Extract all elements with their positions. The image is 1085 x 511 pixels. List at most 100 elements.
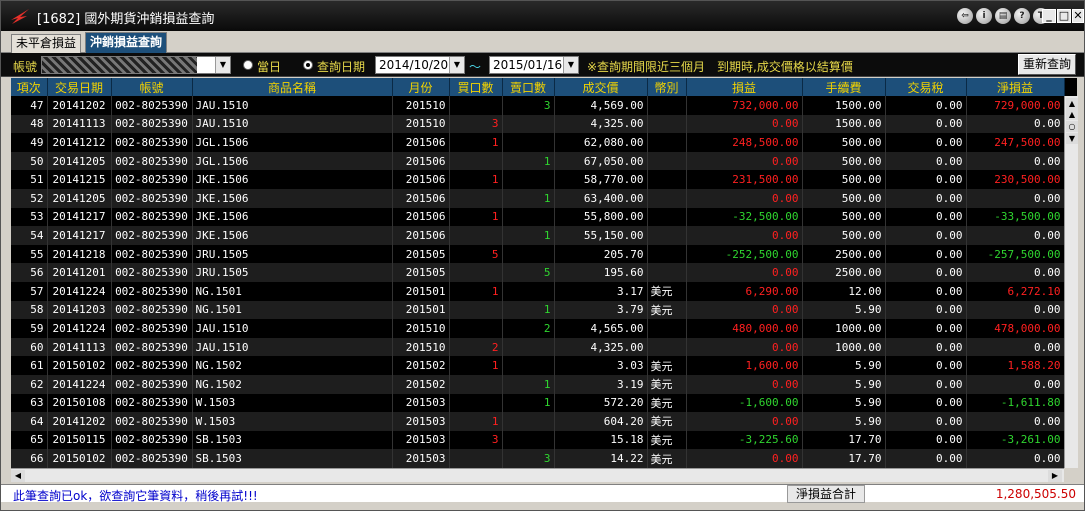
table-row[interactable]: 57 20141224 002-8025390 NG.1501 201501 1 3.17 美… — [11, 281, 1065, 301]
table-row[interactable]: 65 20150115 002-8025390 SB.1503 201503 3 15.18… — [11, 430, 1065, 450]
column-header[interactable]: 項次 — [11, 78, 48, 96]
results-table: 項次 交易日期 帳號 商品名稱 月份 買口數 賣口數 成交價 幣別 損益 手續費 交易稅 淨損益 47 2… — [11, 78, 1065, 468]
tab-offset-pnl-query[interactable]: 沖銷損益查詢 — [85, 32, 168, 53]
cell-pnl: 6,290.00 — [686, 281, 803, 301]
column-header[interactable]: 手續費 — [802, 78, 886, 96]
cell-pnl: 0.00 — [686, 226, 803, 245]
scroll-up-icon[interactable]: ▲ — [1066, 109, 1078, 120]
column-header[interactable]: 買口數 — [449, 78, 503, 96]
refresh-query-button[interactable]: 重新查詢 — [1018, 54, 1076, 75]
table-row[interactable]: 66 20150102 002-8025390 SB.1503 201503 3 14.22… — [11, 449, 1065, 468]
back-icon[interactable]: ⇦ — [957, 8, 973, 24]
column-header[interactable]: 成交價 — [554, 78, 648, 96]
scroll-right-icon[interactable]: ▶ — [1048, 470, 1062, 482]
cell-month: 201506 — [392, 170, 450, 189]
end-date-picker[interactable]: 2015/01/16 ▼ — [489, 56, 579, 74]
cell-cur: 美元 — [647, 281, 687, 301]
column-header[interactable]: 商品名稱 — [192, 78, 393, 96]
cell-sell: 3 — [502, 449, 555, 468]
cell-tax: 0.00 — [885, 412, 967, 431]
column-header[interactable]: 月份 — [392, 78, 450, 96]
column-header[interactable]: 幣別 — [647, 78, 687, 96]
chevron-down-icon[interactable]: ▼ — [563, 57, 578, 73]
cell-fee: 500.00 — [802, 188, 886, 208]
title-bar[interactable]: [1682] 國外期貨沖銷損益查詢 ⇦ i ▤ ? T — [1, 1, 1084, 31]
cell-fee: 17.70 — [802, 449, 886, 468]
table-row[interactable]: 54 20141217 002-8025390 JKE.1506 201506 1 55,1… — [11, 226, 1065, 245]
cell-month: 201506 — [392, 226, 450, 245]
scroll-thumb-icon[interactable]: ○ — [1066, 121, 1078, 132]
close-icon[interactable]: ✕ — [1072, 9, 1084, 23]
scroll-top-icon[interactable]: ▲ — [1066, 98, 1078, 109]
table-row[interactable]: 63 20150108 002-8025390 W.1503 201503 1 572.20… — [11, 393, 1065, 413]
account-select[interactable]: ▼ — [41, 56, 231, 74]
cell-month: 201510 — [392, 319, 450, 338]
column-header[interactable]: 交易稅 — [885, 78, 967, 96]
cell-tax: 0.00 — [885, 356, 967, 375]
cell-tax: 0.00 — [885, 170, 967, 189]
print-icon[interactable]: ▤ — [995, 8, 1011, 24]
chevron-down-icon[interactable]: ▼ — [449, 57, 464, 73]
horizontal-scrollbar[interactable]: ◀ ▶ — [11, 468, 1064, 482]
table-row[interactable]: 51 20141215 002-8025390 JKE.1506 201506 1 58,7… — [11, 170, 1065, 189]
table-row[interactable]: 61 20150102 002-8025390 NG.1502 201502 1 3.03 美… — [11, 356, 1065, 375]
table-row[interactable]: 55 20141218 002-8025390 JRU.1505 201505 5 205.… — [11, 244, 1065, 264]
vertical-scrollbar[interactable]: ▲ ▲ ○ ▼ — [1064, 96, 1078, 468]
cell-cur — [647, 263, 687, 282]
cell-tax: 0.00 — [885, 374, 967, 394]
cell-price: 4,325.00 — [554, 337, 648, 357]
cell-name: NG.1502 — [192, 356, 393, 375]
cell-date: 20141203 — [47, 300, 112, 320]
cell-buy — [449, 96, 503, 115]
redacted-account — [42, 57, 197, 73]
scroll-down-icon[interactable]: ▼ — [1066, 133, 1078, 144]
cell-cur: 美元 — [647, 300, 687, 320]
table-row[interactable]: 58 20141203 002-8025390 NG.1501 201501 1 3.79 美… — [11, 300, 1065, 320]
chevron-down-icon[interactable]: ▼ — [215, 57, 230, 73]
column-header[interactable]: 交易日期 — [47, 78, 112, 96]
table-row[interactable]: 64 20141202 002-8025390 W.1503 201503 1 604.20… — [11, 412, 1065, 431]
cell-price: 4,569.00 — [554, 96, 648, 115]
cell-name: W.1503 — [192, 412, 393, 431]
cell-name: JGL.1506 — [192, 151, 393, 171]
cell-cur — [647, 207, 687, 227]
table-row[interactable]: 60 20141113 002-8025390 JAU.1510 201510 2 4,32… — [11, 337, 1065, 357]
cell-date: 20141212 — [47, 133, 112, 152]
help-icon[interactable]: ? — [1014, 8, 1030, 24]
table-row[interactable]: 53 20141217 002-8025390 JKE.1506 201506 1 55,8… — [11, 207, 1065, 227]
cell-month: 201506 — [392, 151, 450, 171]
table-row[interactable]: 56 20141201 002-8025390 JRU.1505 201505 5 195.… — [11, 263, 1065, 282]
start-date-picker[interactable]: 2014/10/20 ▼ — [375, 56, 465, 74]
cell-price: 604.20 — [554, 412, 648, 431]
cell-fee: 1000.00 — [802, 337, 886, 357]
cell-fee: 1500.00 — [802, 114, 886, 134]
table-row[interactable]: 49 20141212 002-8025390 JGL.1506 201506 1 62,0… — [11, 133, 1065, 152]
cell-pnl: 0.00 — [686, 374, 803, 394]
table-row[interactable]: 59 20141224 002-8025390 JAU.1510 201510 2 4,56… — [11, 319, 1065, 338]
column-header[interactable]: 損益 — [686, 78, 803, 96]
info-icon[interactable]: i — [976, 8, 992, 24]
column-header[interactable]: 淨損益 — [966, 78, 1065, 96]
cell-acct: 002-8025390 — [111, 114, 193, 134]
cell-tax: 0.00 — [885, 133, 967, 152]
radio-query-date[interactable] — [303, 60, 313, 70]
maximize-icon[interactable]: □ — [1057, 9, 1071, 23]
cell-buy: 1 — [449, 281, 503, 301]
radio-today[interactable] — [243, 60, 253, 70]
tab-open-positions[interactable]: 未平倉損益 — [11, 34, 82, 53]
cell-price: 15.18 — [554, 430, 648, 450]
cell-net: 478,000.00 — [966, 319, 1065, 338]
table-row[interactable]: 62 20141224 002-8025390 NG.1502 201502 1 3.19 美… — [11, 374, 1065, 394]
column-header[interactable]: 賣口數 — [502, 78, 555, 96]
table-row[interactable]: 50 20141205 002-8025390 JGL.1506 201506 1 67,0… — [11, 151, 1065, 171]
cell-sell: 2 — [502, 319, 555, 338]
table-header-row: 項次 交易日期 帳號 商品名稱 月份 買口數 賣口數 成交價 幣別 損益 手續費 交易稅 淨損益 — [11, 78, 1065, 96]
column-header[interactable]: 帳號 — [111, 78, 193, 96]
table-row[interactable]: 52 20141205 002-8025390 JKE.1506 201506 1 63,4… — [11, 188, 1065, 208]
cell-no: 66 — [11, 449, 48, 468]
table-row[interactable]: 47 20141202 002-8025390 JAU.1510 201510 3 4,56… — [11, 96, 1065, 115]
table-row[interactable]: 48 20141113 002-8025390 JAU.1510 201510 3 4,32… — [11, 114, 1065, 134]
scroll-left-icon[interactable]: ◀ — [11, 470, 25, 482]
cell-cur: 美元 — [647, 412, 687, 431]
minimize-icon[interactable]: _ — [1042, 9, 1056, 23]
